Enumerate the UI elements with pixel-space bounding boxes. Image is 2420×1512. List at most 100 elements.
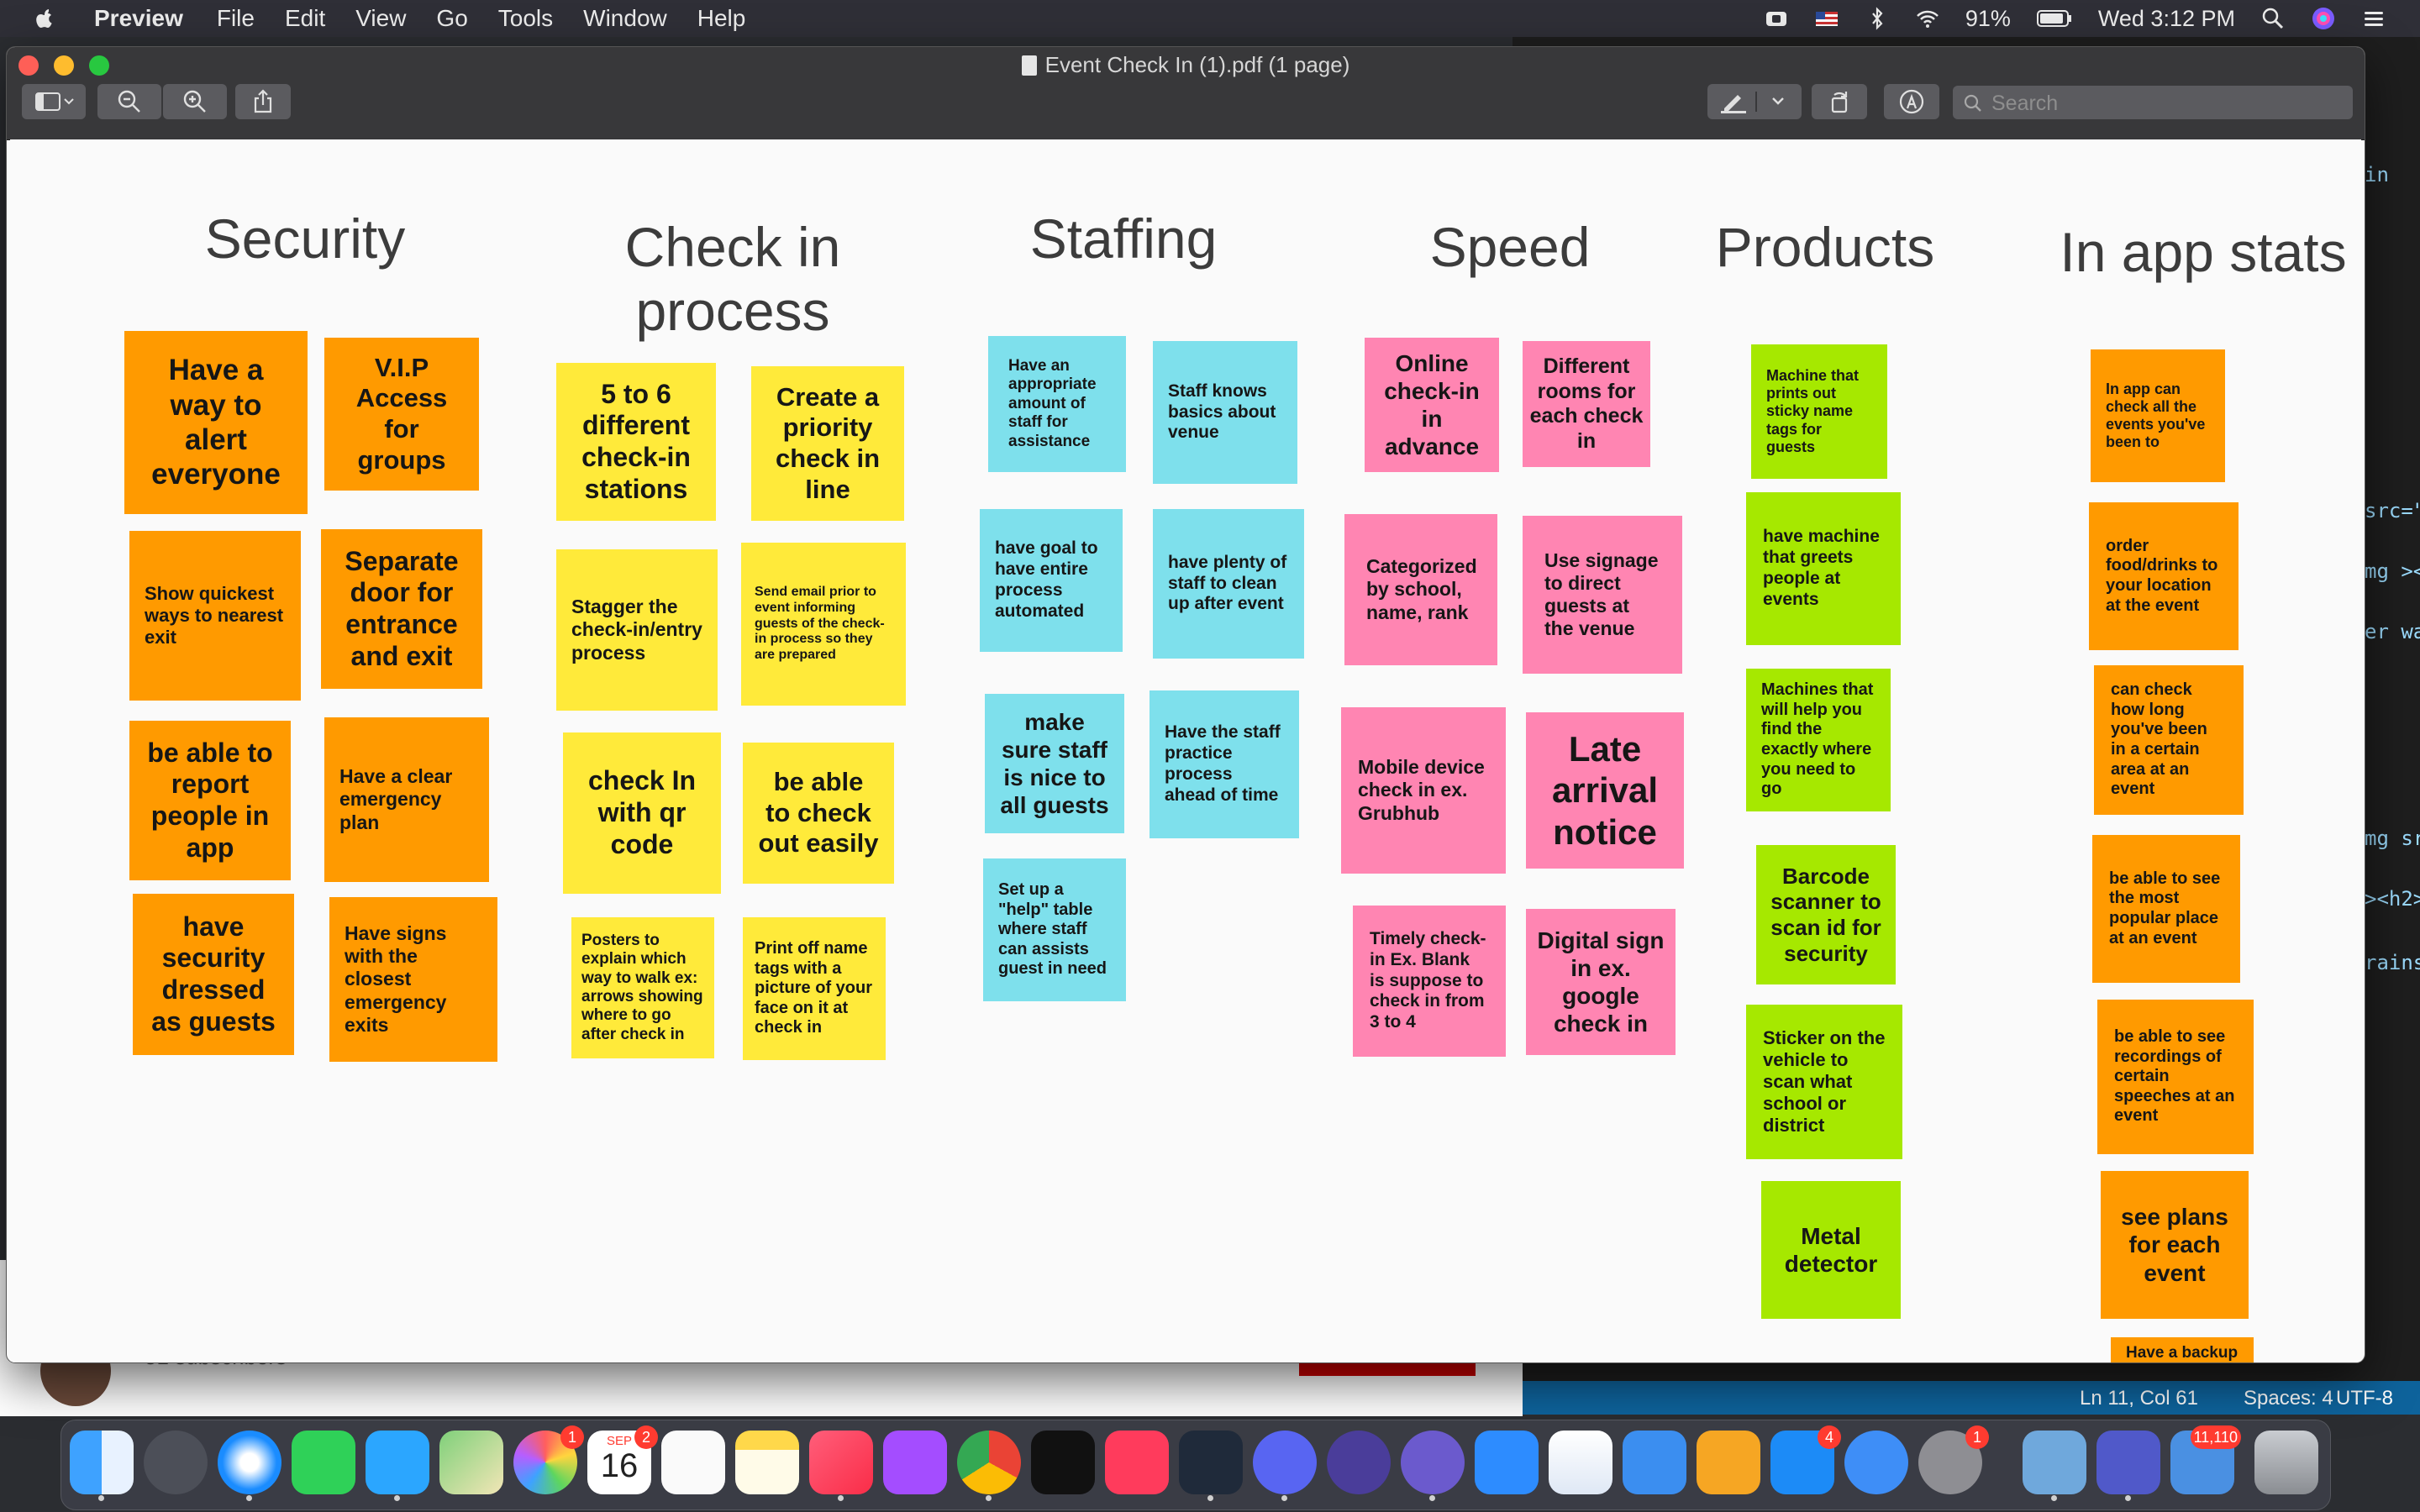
sticky-note[interactable]: Send email prior to event informing gues… [741,543,906,706]
menu-go[interactable]: Go [436,5,467,32]
sticky-note[interactable]: Mobile device check in ex. Grubhub [1341,707,1506,874]
eclipse-icon[interactable] [1401,1431,1465,1501]
menubar-clock[interactable]: Wed 3:12 PM [2098,6,2235,32]
pages-icon[interactable] [1697,1431,1760,1494]
apple-menu-icon[interactable] [32,6,57,31]
highlight-button[interactable] [1707,84,1802,119]
zoom-out-button[interactable] [97,84,161,119]
bluetooth-icon[interactable] [1865,6,1890,31]
sticky-note[interactable]: Metal detector [1761,1181,1901,1319]
sticky-note[interactable]: V.I.P Access for groups [324,338,479,491]
sticky-note[interactable]: Machine that prints out sticky name tags… [1751,344,1887,479]
spotlight-search-icon[interactable] [2260,6,2286,31]
us-flag-icon[interactable] [1814,6,1839,31]
safari-icon[interactable] [218,1431,281,1501]
zoom-in-button[interactable] [163,84,227,119]
messages-icon[interactable] [366,1431,429,1501]
sticky-note[interactable]: Stagger the check-in/entry process [556,549,718,711]
menu-view[interactable]: View [355,5,406,32]
sticky-note[interactable]: Staff knows basics about venue [1153,341,1297,484]
sticky-note[interactable]: Late arrival notice [1526,712,1684,869]
settings-gear-app-icon[interactable] [1327,1431,1391,1494]
indent-setting[interactable]: Spaces: 4 [2244,1387,2333,1410]
maps-icon[interactable] [439,1431,503,1494]
sticky-note[interactable]: Barcode scanner to scan id for security [1756,845,1896,984]
teams-icon[interactable] [2096,1431,2160,1501]
sticky-note[interactable]: Categorized by school, name, rank [1344,514,1497,665]
sticky-note[interactable]: order food/drinks to your location at th… [2089,502,2238,650]
sticky-note[interactable]: Have an appropriate amount of staff for … [988,336,1126,472]
sticky-note[interactable]: 5 to 6 different check-in stations [556,363,716,521]
news-icon[interactable] [1105,1431,1169,1494]
sticky-note[interactable]: be able to see the most popular place at… [2092,835,2240,983]
sticky-note[interactable]: Separate door for entrance and exit [321,529,482,689]
sticky-note[interactable]: be able to report people in app [129,721,291,880]
preview-app-icon[interactable] [2023,1431,2086,1501]
sticky-note[interactable]: In app can check all the events you've b… [2091,349,2225,482]
sticky-note[interactable]: see plans for each event [2101,1171,2249,1319]
menu-app-name[interactable]: Preview [94,5,183,32]
sticky-note[interactable]: Timely check-in Ex. Blank is suppose to … [1353,906,1506,1057]
app-store-icon[interactable]: 4 [1770,1425,1841,1494]
sticky-note[interactable]: can check how long you've been in a cert… [2094,665,2244,815]
notes-icon[interactable] [735,1431,799,1494]
sticky-note[interactable]: Posters to explain which way to walk ex:… [571,917,714,1058]
music-icon[interactable] [809,1431,873,1501]
mail-icon[interactable]: 11,110 [2170,1425,2241,1494]
sticky-note[interactable]: Machines that will help you find the exa… [1746,669,1891,811]
sticky-note[interactable]: check In with qr code [563,732,721,894]
menu-tools[interactable]: Tools [498,5,553,32]
reminders-icon[interactable] [661,1431,725,1494]
menu-edit[interactable]: Edit [285,5,325,32]
calendar-icon[interactable]: SEP 16 2 [587,1425,658,1494]
sticky-note[interactable]: be able to check out easily [743,743,894,884]
sticky-note[interactable]: be able to see recordings of certain spe… [2097,1000,2254,1154]
camera-icon[interactable] [1764,6,1789,31]
vscode-icon[interactable] [1179,1431,1243,1501]
sticky-note[interactable]: Online check-in in advance [1365,338,1499,472]
sticky-note[interactable]: Create a priority check in line [751,366,904,521]
zoom-app-icon[interactable] [1475,1431,1539,1494]
file-encoding[interactable]: UTF-8 [2336,1387,2393,1410]
menu-file[interactable]: File [217,5,255,32]
sticky-note[interactable]: Have a clear emergency plan [324,717,489,882]
sticky-note[interactable]: Have the staff practice process ahead of… [1150,690,1299,838]
menu-window[interactable]: Window [583,5,667,32]
sticky-note[interactable]: have machine that greets people at event… [1746,492,1901,645]
discord-icon[interactable] [1253,1431,1317,1501]
battery-icon[interactable] [2036,6,2073,31]
wifi-icon[interactable] [1915,6,1940,31]
system-preferences-icon[interactable]: 1 [1918,1425,1989,1494]
pdf-page[interactable]: Security Check in process Staffing Speed… [10,139,2361,1362]
sticky-note[interactable]: have security dressed as guests [133,894,294,1055]
photos-icon[interactable]: 1 [513,1425,584,1494]
keynote-icon[interactable] [1623,1431,1686,1494]
search-field[interactable] [1953,86,2353,121]
launchpad-icon[interactable] [144,1431,208,1494]
siri-icon[interactable] [2311,6,2336,31]
share-button[interactable] [235,84,291,119]
sticky-note[interactable]: Have a backup plan if the software [2111,1337,2254,1362]
trash-icon[interactable] [2254,1431,2318,1494]
markup-button[interactable] [1884,84,1939,119]
sidebar-toggle-button[interactable] [22,84,86,119]
sticky-note[interactable]: Use signage to direct guests at the venu… [1523,516,1682,674]
sticky-note[interactable]: have goal to have entire process automat… [980,509,1123,652]
cursor-position[interactable]: Ln 11, Col 61 [2080,1387,2198,1410]
sticky-note[interactable]: Print off name tags with a picture of yo… [743,917,886,1060]
control-center-icon[interactable] [2361,6,2386,31]
menu-help[interactable]: Help [697,5,746,32]
sticky-note[interactable]: Have a way to alert everyone [124,331,308,514]
search-input[interactable] [1990,86,2346,121]
sticky-note[interactable]: make sure staff is nice to all guests [985,694,1124,833]
rotate-button[interactable] [1812,84,1867,119]
sticky-note[interactable]: have plenty of staff to clean up after e… [1153,509,1304,659]
sticky-note[interactable]: Sticker on the vehicle to scan what scho… [1746,1005,1902,1159]
sticky-note[interactable]: Different rooms for each check in [1523,341,1650,467]
facetime-icon[interactable] [292,1431,355,1494]
numbers-icon[interactable] [1549,1431,1612,1494]
bluetooth-file-exchange-icon[interactable] [1844,1431,1908,1494]
podcasts-icon[interactable] [883,1431,947,1494]
apple-tv-icon[interactable] [1031,1431,1095,1494]
sticky-note[interactable]: Show quickest ways to nearest exit [129,531,301,701]
